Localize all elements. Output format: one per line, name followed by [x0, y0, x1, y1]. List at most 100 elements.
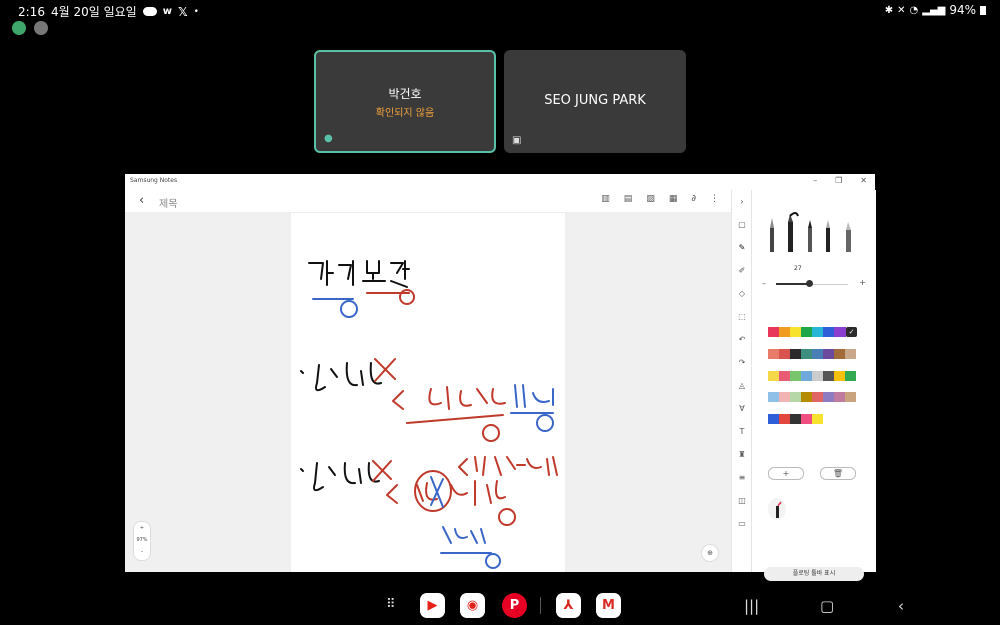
color-swatch[interactable]	[845, 349, 856, 359]
color-swatch[interactable]	[812, 371, 823, 381]
color-swatch[interactable]	[823, 349, 834, 359]
pen-size-slider[interactable]: – +	[762, 278, 866, 289]
app-drawer-icon[interactable]: ⠿	[386, 597, 396, 612]
color-swatch[interactable]	[768, 392, 779, 402]
paste-icon[interactable]: ▭	[732, 512, 752, 535]
color-swatch[interactable]	[801, 371, 812, 381]
collapse-panel-icon[interactable]: ›	[732, 190, 752, 213]
slider-knob[interactable]	[806, 280, 813, 287]
selected-color-swatch[interactable]: ✓	[846, 327, 857, 337]
acrobat-icon[interactable]: ⅄	[556, 593, 581, 618]
color-swatch[interactable]	[823, 392, 834, 402]
color-swatch[interactable]	[779, 327, 790, 337]
shape-icon[interactable]: ◬	[732, 374, 752, 397]
color-swatch[interactable]	[845, 371, 856, 381]
delete-color-button[interactable]: 🗑	[820, 467, 856, 480]
gmail-icon[interactable]: M	[596, 593, 621, 618]
color-swatch[interactable]	[823, 327, 834, 337]
color-swatch[interactable]	[790, 414, 801, 424]
participant-name: 박건호	[388, 87, 422, 101]
ruler-icon[interactable]: ≡	[732, 466, 752, 489]
color-swatch[interactable]	[812, 327, 823, 337]
zoom-in-button[interactable]: +	[134, 522, 150, 534]
home-icon[interactable]: ▢	[820, 597, 834, 615]
pen-type-brush[interactable]	[770, 218, 774, 252]
back-icon[interactable]: ‹	[898, 597, 904, 615]
color-swatch[interactable]	[768, 349, 779, 359]
color-swatch[interactable]	[812, 349, 823, 359]
book-view-icon[interactable]: ▥	[601, 194, 610, 204]
pen-type-pen[interactable]	[808, 220, 812, 252]
image-icon[interactable]: ▨	[646, 194, 655, 204]
pinterest-icon[interactable]: P	[502, 593, 527, 618]
color-swatch[interactable]	[790, 392, 801, 402]
minimize-icon[interactable]: –	[813, 176, 817, 185]
recent-apps-icon[interactable]: |||	[744, 597, 759, 615]
color-swatch[interactable]	[801, 327, 812, 337]
color-swatch[interactable]	[768, 371, 779, 381]
color-swatch[interactable]	[768, 327, 779, 337]
color-swatch[interactable]	[801, 414, 812, 424]
color-swatch[interactable]	[801, 349, 812, 359]
layers-icon[interactable]: ◫	[732, 489, 752, 512]
attach-icon[interactable]: ∂	[691, 194, 696, 204]
color-swatch[interactable]	[790, 349, 801, 359]
color-swatch[interactable]	[812, 392, 823, 402]
text-convert-icon[interactable]: Ɐ	[732, 397, 752, 420]
color-swatch[interactable]	[790, 371, 801, 381]
color-swatch[interactable]	[834, 371, 845, 381]
color-swatch[interactable]	[823, 371, 834, 381]
pen-tool-icon[interactable]: ✎	[732, 236, 752, 259]
undo-icon[interactable]: ↶	[732, 328, 752, 351]
pen-type-fountain[interactable]	[788, 212, 799, 252]
note-page[interactable]	[291, 213, 565, 572]
zoom-out-button[interactable]: –	[134, 546, 150, 558]
lasso-icon[interactable]: ⬚	[732, 305, 752, 328]
read-mode-icon[interactable]: ▢	[732, 213, 752, 236]
highlighter-icon[interactable]: ✐	[732, 259, 752, 282]
bluetooth-icon: ✱	[884, 4, 894, 16]
restore-icon[interactable]: ❐	[835, 176, 842, 185]
participant-status: 확인되지 않음	[375, 108, 435, 119]
status-left: 2:16 4월 20일 일요일 w 𝕏 •	[18, 3, 199, 20]
color-swatch[interactable]	[779, 414, 790, 424]
back-arrow-icon[interactable]: ‹	[139, 193, 144, 208]
color-swatch[interactable]	[845, 392, 856, 402]
zoom-control: + 97% –	[133, 521, 151, 561]
size-decrease-icon[interactable]: –	[762, 279, 766, 288]
pen-type-pencil[interactable]	[826, 220, 830, 252]
handwritten-stroke	[458, 456, 516, 476]
color-swatch[interactable]	[779, 392, 790, 402]
add-color-button[interactable]: +	[768, 467, 804, 480]
participant-tile-2[interactable]: SEO JUNG PARK ▣	[504, 50, 686, 153]
note-title[interactable]: 제목	[159, 195, 177, 210]
handwritten-stroke	[300, 362, 382, 392]
page-icon[interactable]: ▤	[624, 194, 633, 204]
template-icon[interactable]: ▦	[669, 194, 678, 204]
redo-icon[interactable]: ↷	[732, 351, 752, 374]
more-icon[interactable]: ⋮	[710, 194, 719, 204]
color-swatch[interactable]	[834, 392, 845, 402]
page-add-button[interactable]: ⊕	[701, 544, 719, 562]
youtube-music-icon[interactable]: ◉	[460, 593, 485, 618]
pen-type-marker[interactable]	[846, 222, 851, 252]
pen-size-value: 27	[794, 265, 802, 272]
color-swatch[interactable]	[801, 392, 812, 402]
color-swatch[interactable]	[834, 349, 845, 359]
floating-toolbar-button[interactable]: 플로팅 툴바 표시	[764, 567, 864, 581]
close-icon[interactable]: ✕	[860, 176, 867, 185]
handwritten-stroke	[386, 484, 398, 504]
circled-number-2	[485, 553, 501, 569]
eraser-icon[interactable]: ◇	[732, 282, 752, 305]
participant-tile-1[interactable]: 박건호 확인되지 않음 ●	[314, 50, 496, 153]
stamp-icon[interactable]: ♜	[732, 443, 752, 466]
youtube-icon[interactable]: ▶	[420, 593, 445, 618]
color-swatch[interactable]	[812, 414, 823, 424]
color-swatch[interactable]	[779, 371, 790, 381]
color-swatch[interactable]	[768, 414, 779, 424]
text-icon[interactable]: T	[732, 420, 752, 443]
size-increase-icon[interactable]: +	[859, 278, 866, 287]
color-swatch[interactable]	[779, 349, 790, 359]
color-swatch[interactable]	[790, 327, 801, 337]
color-swatch[interactable]	[834, 327, 846, 337]
